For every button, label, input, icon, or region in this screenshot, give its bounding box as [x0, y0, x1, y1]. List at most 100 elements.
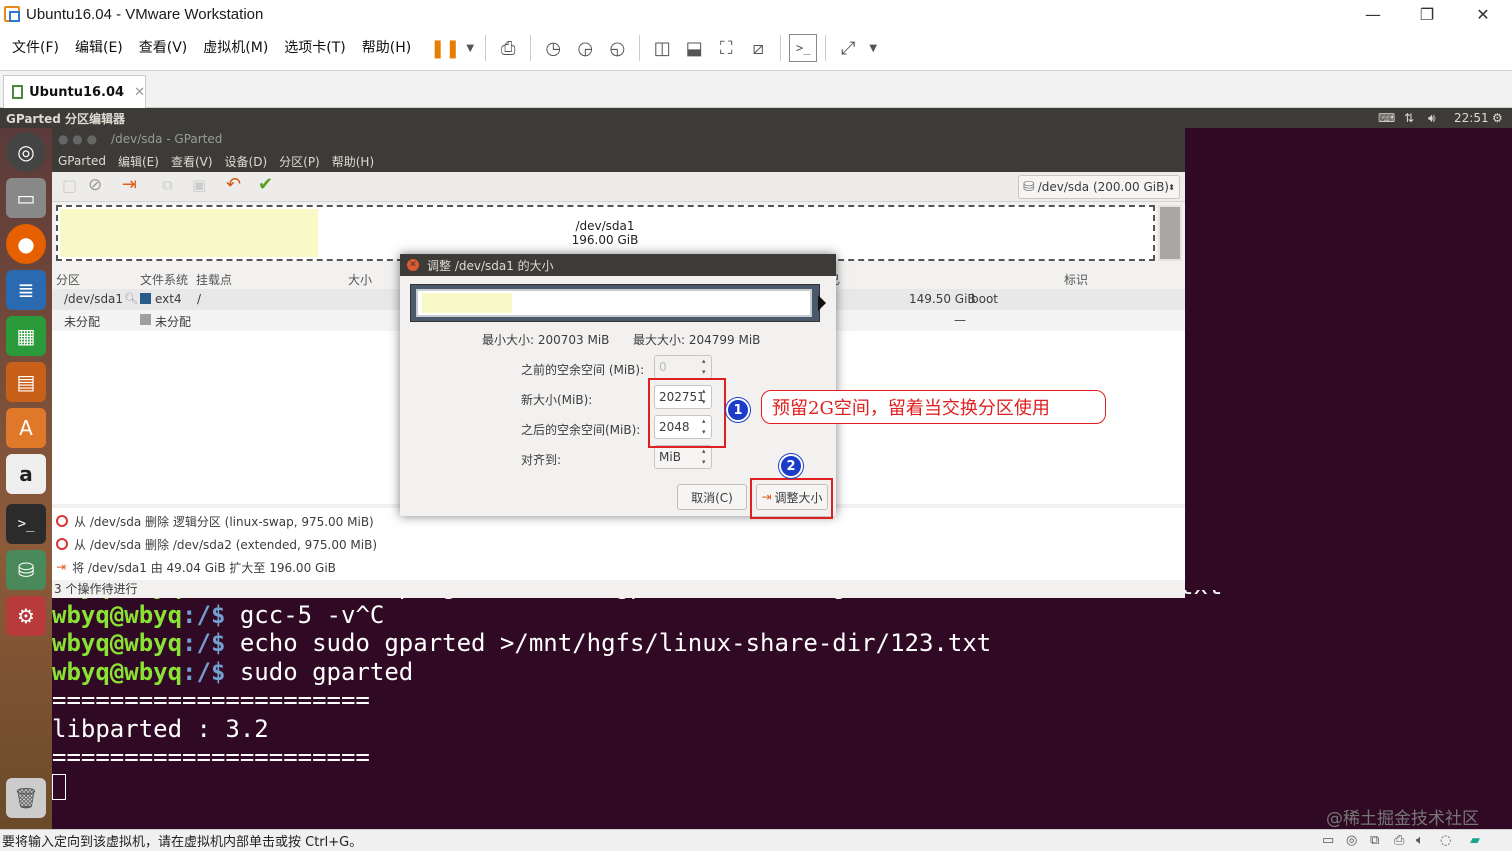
paste-icon[interactable]: ▣: [192, 176, 206, 194]
close-button[interactable]: ✕: [1460, 0, 1506, 28]
apply-icon[interactable]: ✔: [258, 174, 273, 195]
ubuntu-launcher: ◎ ▭ ● ≣ ▦ ▤ A a >_ ⛁ ⚙ 🗑︎: [0, 128, 52, 829]
close-icon[interactable]: ✕: [407, 259, 419, 271]
revert-snapshot-icon[interactable]: ◶: [571, 34, 599, 62]
col-size[interactable]: 大小: [348, 271, 372, 288]
delete-op-icon: [56, 515, 68, 527]
terminal-icon[interactable]: >_: [6, 504, 46, 544]
title-bar: Ubuntu16.04 - VMware Workstation: [0, 0, 1512, 28]
min-size-label: 最小大小: 200703 MiB: [482, 333, 610, 347]
menu-file[interactable]: 文件(F): [4, 28, 67, 68]
printer-icon[interactable]: ⎙: [1394, 833, 1404, 848]
cancel-button[interactable]: 取消(C): [677, 484, 747, 510]
chevron-down-icon[interactable]: ▼: [866, 34, 880, 62]
network-icon[interactable]: ⇅: [1404, 111, 1414, 125]
device-selector[interactable]: ⛁ /dev/sda (200.00 GiB) ⬍: [1018, 175, 1180, 199]
firefox-icon[interactable]: ●: [6, 224, 46, 264]
gparted-titlebar: ● ● ● /dev/sda - GParted: [52, 128, 1185, 150]
snapshot-manager-icon[interactable]: ◵: [603, 34, 631, 62]
cdrom-icon[interactable]: ◎: [1346, 833, 1357, 848]
volume-icon[interactable]: 🔊︎: [1428, 111, 1436, 126]
col-mount[interactable]: 挂载点: [196, 271, 232, 288]
active-app-title: GParted 分区编辑器: [6, 111, 125, 126]
clock[interactable]: 22:51: [1454, 111, 1489, 125]
settings-icon[interactable]: ⚙: [6, 596, 46, 636]
amazon-icon[interactable]: a: [6, 454, 46, 494]
terminal-line: ======================: [52, 686, 370, 714]
minimize-button[interactable]: —: [1350, 0, 1396, 28]
console-view-icon[interactable]: >_: [789, 34, 818, 62]
terminal-line: wbyq@wbyq:/$ sudo gparted: [52, 657, 414, 686]
menu-device[interactable]: 设备(D): [219, 153, 274, 170]
watermark: @稀土掘金技术社区: [1326, 809, 1479, 829]
resize-arrow-icon[interactable]: [818, 295, 826, 311]
menu-view[interactable]: 查看(V): [131, 28, 196, 68]
menu-edit[interactable]: 编辑(E): [112, 153, 165, 170]
menu-edit[interactable]: 编辑(E): [67, 28, 131, 68]
window-title: Ubuntu16.04 - VMware Workstation: [26, 5, 264, 23]
undo-icon[interactable]: ↶: [226, 174, 241, 195]
align-select[interactable]: MiB: [654, 445, 712, 469]
dialog-title: 调整 /dev/sda1 的大小: [427, 258, 554, 273]
sidebar-toggle-icon[interactable]: ◫: [648, 34, 676, 62]
col-filesystem[interactable]: 文件系统: [140, 271, 188, 288]
terminal-line: wbyq@wbyq:/$ echo sudo gparted >/mnt/hgf…: [52, 629, 992, 657]
menu-vm[interactable]: 虚拟机(M): [195, 28, 276, 68]
tab-label: Ubuntu16.04: [29, 84, 125, 100]
menu-tabs[interactable]: 选项卡(T): [276, 28, 353, 68]
graph-unallocated[interactable]: [1158, 205, 1182, 261]
gear-icon[interactable]: ⚙: [1492, 111, 1503, 125]
gparted-menubar: GParted 编辑(E) 查看(V) 设备(D) 分区(P) 帮助(H): [52, 150, 1185, 172]
col-partition[interactable]: 分区: [56, 271, 80, 288]
network-adapter-icon[interactable]: ⧉: [1370, 833, 1379, 848]
hdd-icon[interactable]: ▭: [1322, 833, 1334, 848]
files-icon[interactable]: ▭: [6, 178, 46, 218]
menu-partition[interactable]: 分区(P): [273, 153, 326, 170]
pause-icon[interactable]: ❚❚: [430, 34, 460, 62]
send-ctrl-alt-del-icon[interactable]: ⎙: [494, 34, 522, 62]
menu-help[interactable]: 帮助(H): [326, 153, 380, 170]
new-partition-icon[interactable]: ▢: [62, 176, 77, 195]
vm-statusbar: 要将输入定向到该虚拟机，请在虚拟机内部单击或按 Ctrl+G。 ▭ ◎ ⧉ ⎙ …: [0, 829, 1512, 851]
list-item[interactable]: ⇥ 将 /dev/sda1 由 49.04 GiB 扩大至 196.00 GiB: [56, 557, 336, 577]
stretch-guest-icon[interactable]: ⤢: [834, 34, 862, 62]
delete-op-icon: [56, 538, 68, 550]
trash-icon[interactable]: 🗑︎: [6, 778, 46, 818]
writer-icon[interactable]: ≣: [6, 270, 46, 310]
list-item[interactable]: 从 /dev/sda 删除 /dev/sda2 (extended, 975.0…: [56, 534, 377, 554]
step-marker-2: 2: [779, 454, 803, 478]
col-flags[interactable]: 标识: [1064, 271, 1088, 288]
snapshot-icon[interactable]: ◷: [539, 34, 567, 62]
close-tab-icon[interactable]: ✕: [134, 85, 145, 100]
impress-icon[interactable]: ▤: [6, 362, 46, 402]
message-icon[interactable]: ▰: [1470, 833, 1480, 848]
software-center-icon[interactable]: A: [6, 408, 46, 448]
sound-icon[interactable]: 🔈︎: [1416, 833, 1424, 848]
terminal-window[interactable]: wbyq@wbyq:/$ echo sudo apt-get install g…: [52, 590, 1512, 829]
calc-icon[interactable]: ▦: [6, 316, 46, 356]
dash-icon[interactable]: ◎: [6, 132, 46, 172]
partition-used-bar: [60, 209, 318, 257]
highlight-box-resize: [750, 478, 833, 519]
chevron-down-icon[interactable]: ▼: [463, 34, 477, 62]
restore-button[interactable]: ❐: [1404, 0, 1450, 28]
free-before-label: 之前的空余空间 (MiB):: [521, 363, 645, 377]
menu-help[interactable]: 帮助(H): [354, 28, 419, 68]
menu-view[interactable]: 查看(V): [165, 153, 219, 170]
display-icon[interactable]: ◌: [1440, 833, 1451, 848]
thumbnail-bar-icon[interactable]: ⬓: [680, 34, 708, 62]
copy-icon[interactable]: ⧉: [162, 176, 173, 194]
window-controls-icon[interactable]: ● ● ●: [58, 132, 97, 146]
menu-gparted[interactable]: GParted: [52, 154, 112, 168]
unity-icon[interactable]: ⧄: [744, 34, 772, 62]
list-item[interactable]: 从 /dev/sda 删除 逻辑分区 (linux-swap, 975.00 M…: [56, 511, 374, 531]
gparted-icon[interactable]: ⛁: [6, 550, 46, 590]
terminal-line: wbyq@wbyq:/$ gcc-5 -v^C: [52, 600, 385, 629]
free-before-input[interactable]: 0: [654, 355, 712, 379]
fullscreen-icon[interactable]: ⛶: [712, 34, 740, 62]
resize-used-bar: [422, 293, 512, 313]
tab-ubuntu[interactable]: Ubuntu16.04 ✕: [3, 75, 146, 108]
keyboard-icon[interactable]: ⌨: [1378, 111, 1395, 125]
delete-icon[interactable]: ⊘: [88, 175, 102, 195]
resize-move-icon[interactable]: ⇥: [122, 174, 137, 195]
